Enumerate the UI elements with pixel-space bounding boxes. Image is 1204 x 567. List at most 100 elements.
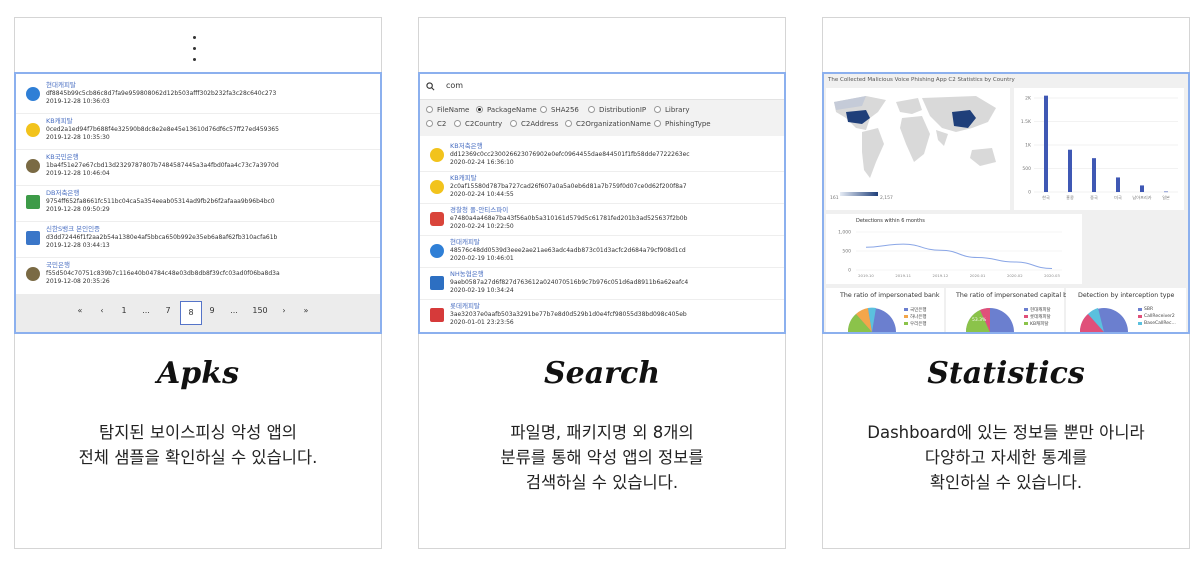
list-item[interactable]: KB저축은행 dd12369c0cc230026623076902e0efc09… bbox=[420, 140, 784, 172]
search-input[interactable]: com bbox=[446, 81, 463, 90]
apk-list: 현대캐피탈 df8845b99c5cb86c8d7fa9e959808062d1… bbox=[16, 74, 380, 294]
world-map-panel: 161 2,157 bbox=[826, 88, 1010, 210]
list-item[interactable]: KB국민은행 1ba4f51e27e67cbd13d2329787807b748… bbox=[16, 150, 380, 186]
y-tick-label: 0 bbox=[848, 268, 851, 274]
list-item[interactable]: 경찰청 폴-안티스파이 e7480a4a468e7ba43f56a0b5a310… bbox=[420, 204, 784, 236]
filter-radio[interactable]: C2Country bbox=[454, 120, 502, 128]
circle-logo-icon bbox=[430, 244, 444, 258]
pie-panel-interception: Detection by interception type SBR CallR… bbox=[1066, 288, 1186, 332]
list-item[interactable]: KB캐피탈 2c0af15580d787ba727cad26f607a0a5a0… bbox=[420, 172, 784, 204]
x-tick-label: 일본 bbox=[1162, 194, 1170, 200]
result-hash: dd12369c0cc230026623076902e0efc0964455da… bbox=[450, 151, 690, 158]
bar[interactable] bbox=[1068, 149, 1072, 192]
legend-item: 롯데캐피탈 bbox=[1030, 315, 1051, 320]
apk-name: 신한S뱅크 본인인증 bbox=[46, 225, 101, 233]
x-tick-label: 2019.11 bbox=[895, 273, 911, 278]
result-date: 2020-02-24 10:44:55 bbox=[450, 191, 514, 198]
world-map[interactable] bbox=[826, 88, 1010, 210]
bar[interactable] bbox=[1140, 185, 1144, 192]
filter-radio[interactable]: SHA256 bbox=[540, 106, 579, 114]
dashboard: The Collected Malicious Voice Phishing A… bbox=[824, 74, 1188, 332]
search-icon bbox=[426, 82, 435, 91]
y-tick-label: 2K bbox=[1025, 96, 1032, 102]
pie-panel-capital: The ratio of impersonated capital bank 5… bbox=[946, 288, 1079, 332]
pager-first[interactable]: « bbox=[72, 306, 88, 315]
filter-radio[interactable]: FileName bbox=[426, 106, 469, 114]
more-vertical-icon[interactable] bbox=[193, 36, 197, 64]
result-name: 롯데캐피탈 bbox=[450, 302, 480, 310]
card-description: 파일명, 패키지명 외 8개의 분류를 통해 악성 앱의 정보를 검색하실 수 … bbox=[419, 420, 785, 495]
list-item[interactable]: 현대캐피탈 48576c48dd0539d3eee2ae21ae63adc4ad… bbox=[420, 236, 784, 268]
y-tick-label: 500 bbox=[842, 249, 851, 255]
pager-page-active[interactable]: 8 bbox=[180, 301, 202, 325]
bar[interactable] bbox=[1044, 95, 1048, 192]
list-item[interactable]: NH농협은행 9aeb0587a27d6f827d763612a02407051… bbox=[420, 268, 784, 300]
db-logo-icon bbox=[26, 195, 40, 209]
pagination: « ‹ 1 ... 7 8 9 ... 150 › » bbox=[16, 294, 380, 332]
apk-name: KB국민은행 bbox=[46, 153, 79, 161]
pager-page[interactable]: 1 bbox=[116, 306, 132, 315]
legend-item: 국민은행 bbox=[910, 308, 927, 313]
list-item[interactable]: KB캐피탈 0ced2a1ed94f7b688f4e32590b8dc8e2e8… bbox=[16, 114, 380, 150]
apk-hash: d3dd72446f1f2aa2b54a1380e4af5bbca650b992… bbox=[46, 234, 278, 241]
result-name: KB저축은행 bbox=[450, 142, 483, 150]
list-item[interactable]: 현대캐피탈 df8845b99c5cb86c8d7fa9e959808062d1… bbox=[16, 78, 380, 114]
description-line: 검색하실 수 있습니다. bbox=[525, 473, 679, 492]
filter-radio[interactable]: PhishingType bbox=[654, 120, 711, 128]
y-tick-label: 1,000 bbox=[838, 230, 851, 236]
apk-date: 2019-12-28 03:44:13 bbox=[46, 242, 110, 249]
filter-radio[interactable]: Library bbox=[654, 106, 689, 114]
list-item[interactable]: 신한S뱅크 본인인증 d3dd72446f1f2aa2b54a1380e4af5… bbox=[16, 222, 380, 258]
result-date: 2020-01-01 23:23:56 bbox=[450, 319, 514, 326]
filter-radio[interactable]: C2OrganizationName bbox=[565, 120, 651, 128]
x-tick-label: 2020.01 bbox=[970, 273, 986, 278]
kb-bank-logo-icon bbox=[26, 159, 40, 173]
description-line: 다양하고 자세한 통계를 bbox=[924, 448, 1088, 467]
x-tick-label: 2019.12 bbox=[933, 273, 949, 278]
lotte-logo-icon bbox=[430, 308, 444, 322]
filter-radio[interactable]: C2 bbox=[426, 120, 446, 128]
list-item[interactable]: DB저축은행 9754ff652fa8661fc511bc04ca5a354ee… bbox=[16, 186, 380, 222]
search-bar: com bbox=[420, 74, 784, 100]
bar[interactable] bbox=[1116, 177, 1120, 192]
circle-logo-icon bbox=[26, 87, 40, 101]
apk-date: 2019-12-28 10:36:03 bbox=[46, 98, 110, 105]
filter-radio[interactable]: PackageName bbox=[476, 106, 537, 114]
pager-page[interactable]: 150 bbox=[248, 306, 272, 315]
list-item[interactable]: 국민은행 f55d504c70751c839b7c116e40b04784c48… bbox=[16, 258, 380, 294]
list-item[interactable]: 롯데캐피탈 3ae32037e0aafb503a3291be77b7e8d0d5… bbox=[420, 300, 784, 332]
apk-date: 2019-12-28 10:46:04 bbox=[46, 170, 110, 177]
y-tick-label: 1.5K bbox=[1021, 119, 1032, 125]
result-date: 2020-02-19 10:34:24 bbox=[450, 287, 514, 294]
apk-hash: 0ced2a1ed94f7b688f4e32590b8dc8e2e8e45e13… bbox=[46, 126, 279, 133]
x-tick-label: 미국 bbox=[1114, 194, 1122, 201]
kb-logo-icon bbox=[26, 123, 40, 137]
legend-item: BaseCallRec... bbox=[1144, 321, 1176, 326]
result-name: NH농협은행 bbox=[450, 270, 484, 278]
y-tick-label: 0 bbox=[1028, 190, 1031, 196]
apk-name: DB저축은행 bbox=[46, 189, 80, 197]
pager-page[interactable]: 7 bbox=[160, 306, 176, 315]
apk-date: 2019-12-28 09:50:29 bbox=[46, 206, 110, 213]
x-tick-label: 2020.03 bbox=[1044, 273, 1060, 278]
kb-logo-icon bbox=[430, 148, 444, 162]
pager-ellipsis: ... bbox=[142, 306, 150, 315]
search-card: com FileName PackageName SHA256 Distribu… bbox=[418, 17, 786, 549]
pager-prev[interactable]: ‹ bbox=[94, 306, 110, 315]
pager-page[interactable]: 9 bbox=[204, 306, 220, 315]
bar[interactable] bbox=[1164, 191, 1168, 193]
apks-card: 현대캐피탈 df8845b99c5cb86c8d7fa9e959808062d1… bbox=[14, 17, 382, 549]
shinhan-logo-icon bbox=[26, 231, 40, 245]
bar[interactable] bbox=[1092, 158, 1096, 192]
line-chart[interactable]: 1,000 500 0 2019.10 2019.11 2019.12 2020.01 202… bbox=[826, 214, 1082, 284]
result-name: 현대캐피탈 bbox=[450, 238, 480, 246]
card-title: Statistics bbox=[927, 356, 1085, 391]
series-line[interactable] bbox=[865, 243, 1053, 269]
filter-radio[interactable]: C2Address bbox=[510, 120, 558, 128]
bar-chart[interactable]: 2K 1.5K 1K 500 0 한국 홍콩 중국 미국 남아프리카 일본 bbox=[1014, 88, 1184, 210]
apk-name: 국민은행 bbox=[46, 261, 70, 269]
kb-bank-logo-icon bbox=[26, 267, 40, 281]
pager-last[interactable]: » bbox=[298, 306, 314, 315]
filter-radio[interactable]: DistributionIP bbox=[588, 106, 646, 114]
pager-next[interactable]: › bbox=[276, 306, 292, 315]
